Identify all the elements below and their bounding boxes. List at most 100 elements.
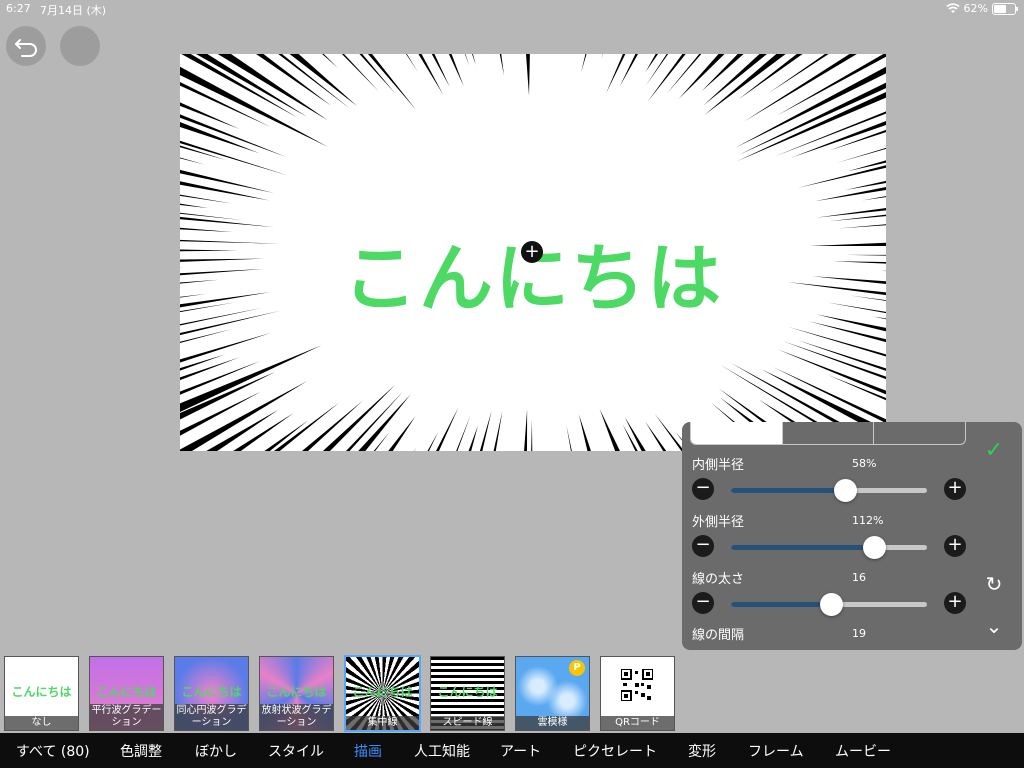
plus-icon: + bbox=[947, 477, 963, 498]
param-label: 線の間隔 bbox=[692, 628, 745, 643]
focus-line bbox=[472, 54, 476, 66]
undo-button[interactable] bbox=[6, 26, 46, 66]
effect-label: 放射状波グラデーション bbox=[260, 704, 333, 730]
tab-style[interactable]: スタイル bbox=[268, 741, 324, 761]
focus-line bbox=[456, 414, 471, 451]
param-outer-radius: 外側半径 112% − + bbox=[692, 511, 966, 567]
tab-draw[interactable]: 描画 bbox=[354, 741, 382, 761]
status-date: 7月14日 (木) bbox=[40, 4, 107, 17]
tab-pixelate[interactable]: ピクセレート bbox=[573, 741, 657, 761]
slider[interactable] bbox=[731, 536, 927, 559]
minus-icon: − bbox=[695, 477, 711, 498]
increase-button[interactable]: + bbox=[944, 535, 966, 557]
effect-radial-wave-gradient[interactable]: こんにちは 放射状波グラデーション bbox=[259, 656, 334, 731]
param-value: 19 bbox=[852, 627, 866, 640]
effect-none[interactable]: こんにちは なし bbox=[4, 656, 79, 731]
preset-segment-2[interactable] bbox=[783, 422, 875, 444]
effect-strip: こんにちは なし こんにちは 平行波グラデーション こんにちは 同心円波グラデー… bbox=[0, 654, 1024, 732]
slider-fill bbox=[731, 545, 875, 550]
decrease-button[interactable]: − bbox=[692, 592, 714, 614]
effect-speed-lines[interactable]: こんにちは スピード線 bbox=[430, 656, 505, 731]
effect-label: 平行波グラデーション bbox=[90, 704, 163, 730]
effect-focus-lines[interactable]: こんにちは 集中線 bbox=[344, 655, 421, 732]
focus-line bbox=[738, 54, 803, 100]
effect-label: 集中線 bbox=[346, 716, 419, 730]
chevron-down-icon[interactable]: ⌄ bbox=[980, 614, 1008, 638]
focus-line bbox=[486, 54, 487, 55]
effect-label: スピード線 bbox=[431, 716, 504, 730]
battery-icon bbox=[992, 2, 1018, 15]
focus-line bbox=[791, 121, 886, 158]
tab-blur[interactable]: ぼかし bbox=[195, 741, 237, 761]
focus-line bbox=[526, 54, 530, 96]
focus-line bbox=[493, 410, 503, 451]
effect-label: なし bbox=[5, 716, 78, 730]
reset-icon[interactable]: ↻ bbox=[980, 572, 1008, 596]
slider-thumb[interactable] bbox=[863, 536, 887, 559]
tab-all[interactable]: すべて (80) bbox=[16, 741, 90, 761]
effect-concentric-wave-gradient[interactable]: こんにちは 同心円波グラデーション bbox=[174, 656, 249, 731]
decrease-button[interactable]: − bbox=[692, 478, 714, 500]
effect-label: QRコード bbox=[601, 716, 674, 730]
redo-button[interactable] bbox=[60, 26, 100, 66]
slider[interactable] bbox=[731, 593, 927, 616]
confirm-icon[interactable]: ✓ bbox=[980, 438, 1008, 463]
param-value: 58% bbox=[852, 457, 877, 470]
focus-line bbox=[777, 54, 886, 116]
tab-movie[interactable]: ムービー bbox=[835, 741, 891, 761]
wifi-icon bbox=[946, 3, 960, 13]
plus-icon: + bbox=[947, 534, 963, 555]
slider-fill bbox=[731, 602, 831, 607]
focus-line bbox=[499, 54, 505, 76]
increase-button[interactable]: + bbox=[944, 478, 966, 500]
focus-line bbox=[427, 432, 439, 451]
preset-segment-3[interactable] bbox=[874, 422, 965, 444]
thumb-text: こんにちは bbox=[266, 685, 327, 699]
focus-line bbox=[829, 129, 886, 151]
param-value: 112% bbox=[852, 514, 884, 527]
param-label: 外側半径 bbox=[692, 515, 745, 530]
param-inner-radius: 内側半径 58% − + bbox=[692, 454, 966, 510]
focus-line bbox=[578, 414, 591, 451]
category-tab-bar: すべて (80) 色調整 ぼかし スタイル 描画 人工知能 アート ピクセレート… bbox=[0, 733, 1024, 768]
thumb-text: こんにちは bbox=[181, 685, 242, 699]
focus-line bbox=[524, 409, 528, 451]
tab-transform[interactable]: 変形 bbox=[688, 741, 716, 761]
status-right: 62% bbox=[946, 2, 1018, 15]
slider-thumb[interactable] bbox=[819, 593, 843, 616]
slider-thumb[interactable] bbox=[833, 479, 857, 502]
premium-badge-icon: P bbox=[569, 660, 585, 676]
thumb-text: こんにちは bbox=[96, 685, 157, 699]
center-handle[interactable]: + bbox=[521, 241, 543, 263]
thumb-text: こんにちは bbox=[352, 685, 413, 699]
battery-percent: 62% bbox=[963, 2, 988, 15]
tab-color-adjust[interactable]: 色調整 bbox=[120, 741, 162, 761]
effect-qr-code[interactable]: QRコード bbox=[600, 656, 675, 731]
param-label: 内側半径 bbox=[692, 458, 745, 473]
tab-ai[interactable]: 人工知能 bbox=[414, 741, 470, 761]
focus-line bbox=[464, 54, 470, 66]
focus-line bbox=[468, 425, 478, 451]
increase-button[interactable]: + bbox=[944, 592, 966, 614]
focus-line bbox=[180, 345, 322, 413]
tab-frame[interactable]: フレーム bbox=[748, 741, 804, 761]
focus-line bbox=[816, 208, 886, 218]
adjust-panel: 内側半径 58% − + 外側半径 112% − + 線の太さ 16 − + 線… bbox=[682, 422, 1022, 650]
thumb-text: こんにちは bbox=[437, 685, 498, 699]
focus-line bbox=[180, 102, 240, 130]
slider[interactable] bbox=[731, 479, 927, 502]
focus-line bbox=[435, 407, 459, 451]
focus-line bbox=[180, 332, 272, 363]
param-line-width: 線の太さ 16 − + bbox=[692, 568, 966, 624]
focus-line bbox=[479, 410, 492, 451]
focus-line bbox=[581, 54, 587, 73]
preset-segment-1[interactable] bbox=[691, 422, 783, 444]
image-canvas[interactable]: こんにちは + bbox=[180, 54, 886, 451]
thumb-text: こんにちは bbox=[11, 685, 72, 699]
focus-line bbox=[414, 447, 417, 451]
effect-cloud-pattern[interactable]: P 雲模様 bbox=[515, 656, 590, 731]
effect-linear-wave-gradient[interactable]: こんにちは 平行波グラデーション bbox=[89, 656, 164, 731]
decrease-button[interactable]: − bbox=[692, 535, 714, 557]
param-value: 16 bbox=[852, 571, 866, 584]
tab-art[interactable]: アート bbox=[500, 741, 541, 761]
